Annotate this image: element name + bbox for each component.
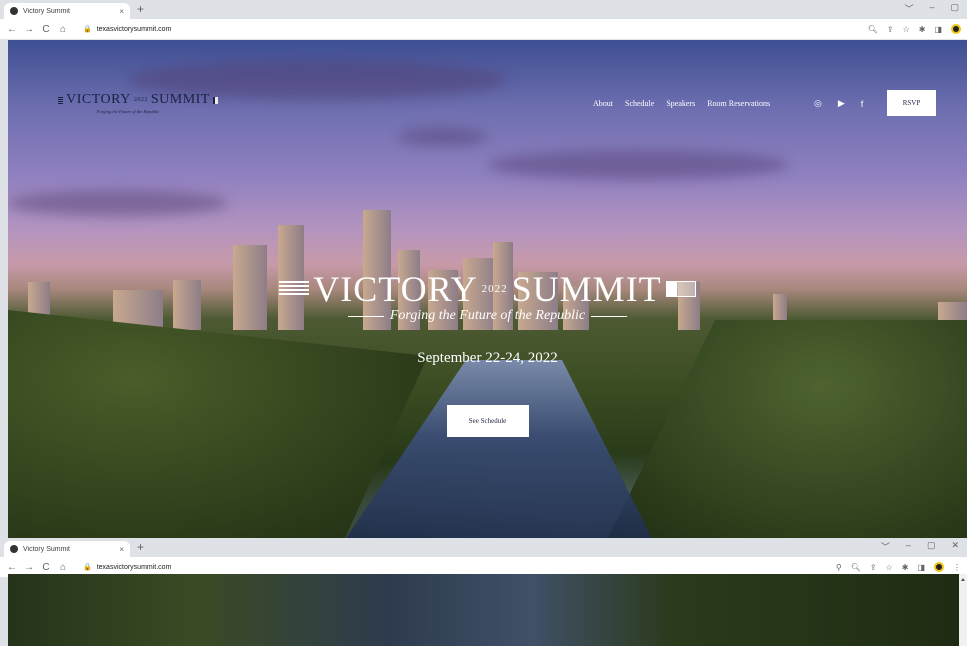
nav-about[interactable]: About xyxy=(593,99,613,108)
site-header: VICTORY 2022 SUMMIT Forging the Future o… xyxy=(8,90,967,120)
us-flag-icon xyxy=(58,96,64,104)
toolbar-icons: 🔍︎ ⇪ ☆ ✱ ◨ xyxy=(868,24,961,34)
browser-tab[interactable]: Victory Summit × xyxy=(4,3,130,19)
zoom-icon[interactable]: 🔍︎ xyxy=(868,25,878,34)
tab-strip: Victory Summit × + ﹀ – ▢ xyxy=(0,0,967,19)
toolbar-icons: ⚲ 🔍︎ ⇪ ☆ ✱ ◨ ⋮ xyxy=(836,562,961,572)
extensions-icon[interactable]: ✱ xyxy=(902,563,909,572)
tab-title: Victory Summit xyxy=(23,7,70,15)
us-flag-icon xyxy=(279,281,310,297)
lock-icon: 🔒 xyxy=(83,564,92,571)
home-button[interactable]: ⌂ xyxy=(57,562,69,573)
hero-title-right: SUMMIT xyxy=(511,269,662,309)
hero-title-left: VICTORY xyxy=(313,269,478,309)
share-icon[interactable]: ⇪ xyxy=(870,563,877,572)
new-tab-button[interactable]: + xyxy=(137,2,144,16)
forward-button[interactable]: → xyxy=(23,24,35,35)
tab-search-icon[interactable]: ﹀ xyxy=(904,2,913,15)
url-text: texasvictorysummit.com xyxy=(96,563,172,571)
texas-flag-icon xyxy=(665,281,696,297)
back-button[interactable]: ← xyxy=(6,24,18,35)
new-tab-button[interactable]: + xyxy=(137,540,144,554)
instagram-icon[interactable]: ◎ xyxy=(814,98,822,109)
hero-tagline-text: Forging the Future of the Republic xyxy=(389,308,586,323)
favicon-icon xyxy=(10,7,18,15)
see-schedule-button[interactable]: See Schedule xyxy=(446,405,529,437)
nav-schedule[interactable]: Schedule xyxy=(625,99,654,108)
reload-button[interactable]: C xyxy=(40,24,52,35)
address-bar[interactable]: 🔒 texasvictorysummit.com xyxy=(77,560,836,575)
window-controls: ﹀ – ▢ ✕ xyxy=(881,540,959,553)
rsvp-button[interactable]: RSVP xyxy=(887,90,936,116)
window-controls: ﹀ – ▢ xyxy=(904,2,959,15)
hero-title: VICTORY 2022 SUMMIT xyxy=(8,268,967,310)
youtube-icon[interactable]: ▶ xyxy=(838,98,845,109)
close-window-button[interactable]: ✕ xyxy=(951,540,959,553)
menu-kebab-icon[interactable]: ⋮ xyxy=(953,563,961,572)
lock-icon: 🔒 xyxy=(83,26,92,33)
zoom-icon[interactable]: 🔍︎ xyxy=(851,563,861,572)
browser-tab[interactable]: Victory Summit × xyxy=(4,541,130,557)
browser-window: Victory Summit × + ﹀ – ▢ ← → C ⌂ 🔒 texas… xyxy=(0,0,967,538)
profile-avatar[interactable] xyxy=(951,24,961,34)
share-icon[interactable]: ⇪ xyxy=(887,25,894,34)
hero-tagline: Forging the Future of the Republic xyxy=(8,308,967,324)
profile-avatar[interactable] xyxy=(934,562,944,572)
hero-section: VICTORY 2022 SUMMIT Forging the Future o… xyxy=(8,268,967,437)
home-button[interactable]: ⌂ xyxy=(57,24,69,35)
search-icon[interactable]: ⚲ xyxy=(836,563,842,572)
favicon-icon xyxy=(10,545,18,553)
tab-close-icon[interactable]: × xyxy=(119,545,124,554)
main-nav: About Schedule Speakers Room Reservation… xyxy=(593,99,770,108)
browser-window-second: Victory Summit × + ﹀ – ▢ ✕ ← → C ⌂ 🔒 tex… xyxy=(0,538,967,646)
texas-flag-icon xyxy=(212,96,218,104)
sidepanel-icon[interactable]: ◨ xyxy=(934,25,942,34)
divider xyxy=(347,315,384,317)
maximize-button[interactable]: ▢ xyxy=(950,2,959,15)
nav-speakers[interactable]: Speakers xyxy=(666,99,695,108)
logo-text-left: VICTORY xyxy=(66,92,131,107)
back-button[interactable]: ← xyxy=(6,562,18,573)
divider xyxy=(591,315,628,317)
facebook-icon[interactable]: f xyxy=(861,99,864,109)
event-date: September 22-24, 2022 xyxy=(417,350,558,366)
hero-year: 2022 xyxy=(481,283,508,295)
social-links: ◎ ▶ f xyxy=(814,98,863,109)
address-bar[interactable]: 🔒 texasvictorysummit.com xyxy=(77,22,868,37)
tab-search-icon[interactable]: ﹀ xyxy=(881,540,890,553)
browser-toolbar: ← → C ⌂ 🔒 texasvictorysummit.com 🔍︎ ⇪ ☆ … xyxy=(0,19,967,40)
forward-button[interactable]: → xyxy=(23,562,35,573)
page-viewport-scrolled xyxy=(8,574,959,646)
bookmark-star-icon[interactable]: ☆ xyxy=(903,25,910,34)
minimize-button[interactable]: – xyxy=(906,540,911,553)
logo-tagline: Forging the Future of the Republic xyxy=(96,109,160,114)
maximize-button[interactable]: ▢ xyxy=(927,540,936,553)
extensions-icon[interactable]: ✱ xyxy=(919,25,926,34)
reload-button[interactable]: C xyxy=(40,562,52,573)
tab-close-icon[interactable]: × xyxy=(119,7,124,16)
tab-strip: Victory Summit × + ﹀ – ▢ ✕ xyxy=(0,538,967,557)
logo-text-right: SUMMIT xyxy=(150,92,210,107)
vertical-scrollbar[interactable] xyxy=(959,574,967,646)
logo-year: 2022 xyxy=(133,97,148,103)
bookmark-star-icon[interactable]: ☆ xyxy=(886,563,893,572)
minimize-button[interactable]: – xyxy=(929,2,934,15)
tab-title: Victory Summit xyxy=(23,545,70,553)
nav-room-reservations[interactable]: Room Reservations xyxy=(707,99,770,108)
page-viewport: VICTORY 2022 SUMMIT Forging the Future o… xyxy=(8,40,967,538)
url-text: texasvictorysummit.com xyxy=(96,25,172,33)
sidepanel-icon[interactable]: ◨ xyxy=(917,563,925,572)
site-logo[interactable]: VICTORY 2022 SUMMIT Forging the Future o… xyxy=(58,92,218,114)
